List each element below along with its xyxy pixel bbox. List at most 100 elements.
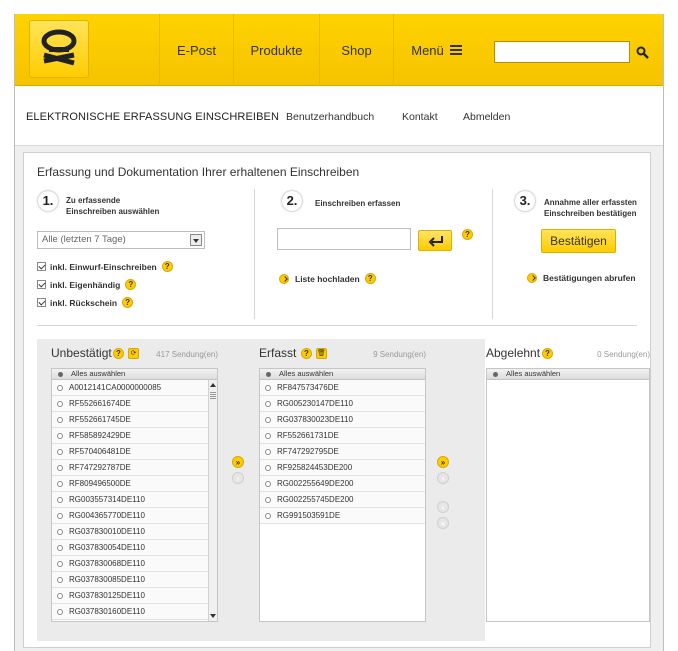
list-item[interactable]: RG004365770DE110 [52, 508, 217, 524]
radio-icon[interactable] [57, 609, 63, 615]
help-icon[interactable]: ? [161, 261, 173, 272]
search-button[interactable] [632, 41, 652, 63]
radio-icon[interactable] [265, 497, 271, 503]
radio-icon[interactable] [265, 385, 271, 391]
link-abmelden[interactable]: Abmelden [463, 111, 510, 123]
arrow-bullet-icon [279, 273, 289, 284]
move-left-icon[interactable]: ‹ [437, 501, 449, 513]
move-right-icon[interactable]: › [437, 472, 449, 484]
list-item[interactable]: RG002255649DE200 [260, 476, 425, 492]
radio-icon[interactable] [57, 593, 63, 599]
radio-icon[interactable] [265, 417, 271, 423]
checkbox-icon[interactable] [37, 280, 46, 289]
list-item[interactable]: RF552661674DE [52, 396, 217, 412]
scrollbar[interactable] [208, 380, 217, 621]
list-item[interactable]: RF552661731DE [260, 428, 425, 444]
radio-icon[interactable] [265, 481, 271, 487]
link-benutzerhandbuch[interactable]: Benutzerhandbuch [286, 111, 374, 123]
unconfirmed-list[interactable]: Alles auswählen A0012141CA0000000085 RF55… [51, 368, 218, 622]
select-all-unconfirmed[interactable]: Alles auswählen [52, 369, 217, 380]
rejected-list[interactable]: Alles auswählen [486, 368, 650, 622]
list-item[interactable]: A0012141CA0000000085 [52, 380, 217, 396]
help-icon[interactable]: ? [364, 273, 376, 284]
list-item[interactable]: RF925824453DE200 [260, 460, 425, 476]
nav-produkte[interactable]: Produkte [233, 14, 319, 86]
move-right-all-icon[interactable]: » [437, 456, 449, 468]
page-section-title[interactable]: ELEKTRONISCHE ERFASSUNG EINSCHREIBEN [26, 111, 279, 123]
radio-icon[interactable] [265, 513, 271, 519]
nav-shop[interactable]: Shop [319, 14, 393, 86]
scroll-down-icon[interactable] [210, 614, 216, 618]
list-item[interactable]: RG005230147DE110 [260, 396, 425, 412]
time-filter-select[interactable]: Alle (letzten 7 Tage) [37, 231, 205, 249]
select-all-rejected[interactable]: Alles auswählen [487, 369, 649, 380]
help-icon[interactable]: ? [301, 348, 312, 359]
nav-e-post[interactable]: E-Post [159, 14, 233, 86]
help-icon[interactable]: ? [122, 297, 134, 308]
radio-icon[interactable] [57, 529, 63, 535]
scroll-thumb[interactable] [210, 392, 216, 400]
list-item[interactable]: RF585892429DE [52, 428, 217, 444]
radio-icon[interactable] [57, 385, 63, 391]
get-confirmations-link[interactable]: Bestätigungen abrufen [527, 273, 636, 283]
radio-icon[interactable] [57, 433, 63, 439]
checkbox-eigenhaendig[interactable]: inkl. Eigenhändig? [37, 279, 137, 290]
radio-icon[interactable] [57, 449, 63, 455]
nav-menu[interactable]: Menü [393, 14, 479, 86]
radio-icon[interactable] [265, 465, 271, 471]
radio-icon[interactable] [57, 465, 63, 471]
checkbox-icon[interactable] [37, 298, 46, 307]
list-item[interactable]: RG037830068DE110 [52, 556, 217, 572]
list-item[interactable]: RG037830010DE110 [52, 524, 217, 540]
help-icon[interactable]: ? [125, 279, 137, 290]
divider [492, 189, 493, 319]
scroll-up-icon[interactable] [210, 383, 216, 387]
list-item[interactable]: RG037830085DE110 [52, 572, 217, 588]
move-right-icon[interactable]: › [232, 472, 244, 484]
checkbox-einwurf[interactable]: inkl. Einwurf-Einschreiben? [37, 261, 173, 272]
radio-icon[interactable] [57, 481, 63, 487]
checkbox-rueckschein[interactable]: inkl. Rückschein? [37, 297, 134, 308]
list-item[interactable]: RF747292795DE [260, 444, 425, 460]
list-item[interactable]: RF809496500DE [52, 476, 217, 492]
list-item[interactable]: RF552661745DE [52, 412, 217, 428]
list-item[interactable]: RF747292787DE [52, 460, 217, 476]
confirm-button[interactable]: Bestätigen [541, 229, 616, 253]
radio-icon[interactable] [265, 433, 271, 439]
move-right-all-icon[interactable]: » [232, 456, 244, 468]
radio-icon[interactable] [57, 497, 63, 503]
radio-icon[interactable] [265, 449, 271, 455]
list-item[interactable]: RF570406481DE [52, 444, 217, 460]
help-icon[interactable]: ? [462, 229, 473, 240]
list-item[interactable]: RF847573476DE [260, 380, 425, 396]
radio-icon[interactable] [57, 577, 63, 583]
radio-icon[interactable] [57, 561, 63, 567]
deutsche-post-logo[interactable] [29, 20, 89, 78]
move-left-all-icon[interactable]: « [437, 517, 449, 529]
radio-icon[interactable] [57, 417, 63, 423]
list-item[interactable]: RG991503591DE [260, 508, 425, 524]
list-item[interactable]: RG037830054DE110 [52, 540, 217, 556]
radio-icon[interactable] [57, 545, 63, 551]
delete-icon[interactable]: 🗑 [316, 348, 327, 359]
submit-code-button[interactable] [418, 230, 452, 251]
search-input[interactable] [494, 41, 630, 63]
list-item[interactable]: RG037830160DE110 [52, 604, 217, 620]
shipment-code-input[interactable] [277, 228, 411, 250]
help-icon[interactable]: ? [542, 348, 553, 359]
radio-icon[interactable] [265, 401, 271, 407]
help-icon[interactable]: ? [113, 348, 124, 359]
radio-icon[interactable] [57, 513, 63, 519]
chevron-down-icon[interactable] [190, 234, 202, 246]
upload-list-link[interactable]: Liste hochladen? [279, 273, 376, 284]
radio-icon[interactable] [57, 401, 63, 407]
list-item[interactable]: RG037830125DE110 [52, 588, 217, 604]
select-all-captured[interactable]: Alles auswählen [260, 369, 425, 380]
link-kontakt[interactable]: Kontakt [402, 111, 438, 123]
refresh-icon[interactable]: ⟳ [128, 348, 139, 359]
captured-list[interactable]: Alles auswählen RF847573476DE RG005230147… [259, 368, 426, 622]
checkbox-icon[interactable] [37, 262, 46, 271]
list-item[interactable]: RG037830023DE110 [260, 412, 425, 428]
list-item[interactable]: RG002255745DE200 [260, 492, 425, 508]
list-item[interactable]: RG003557314DE110 [52, 492, 217, 508]
